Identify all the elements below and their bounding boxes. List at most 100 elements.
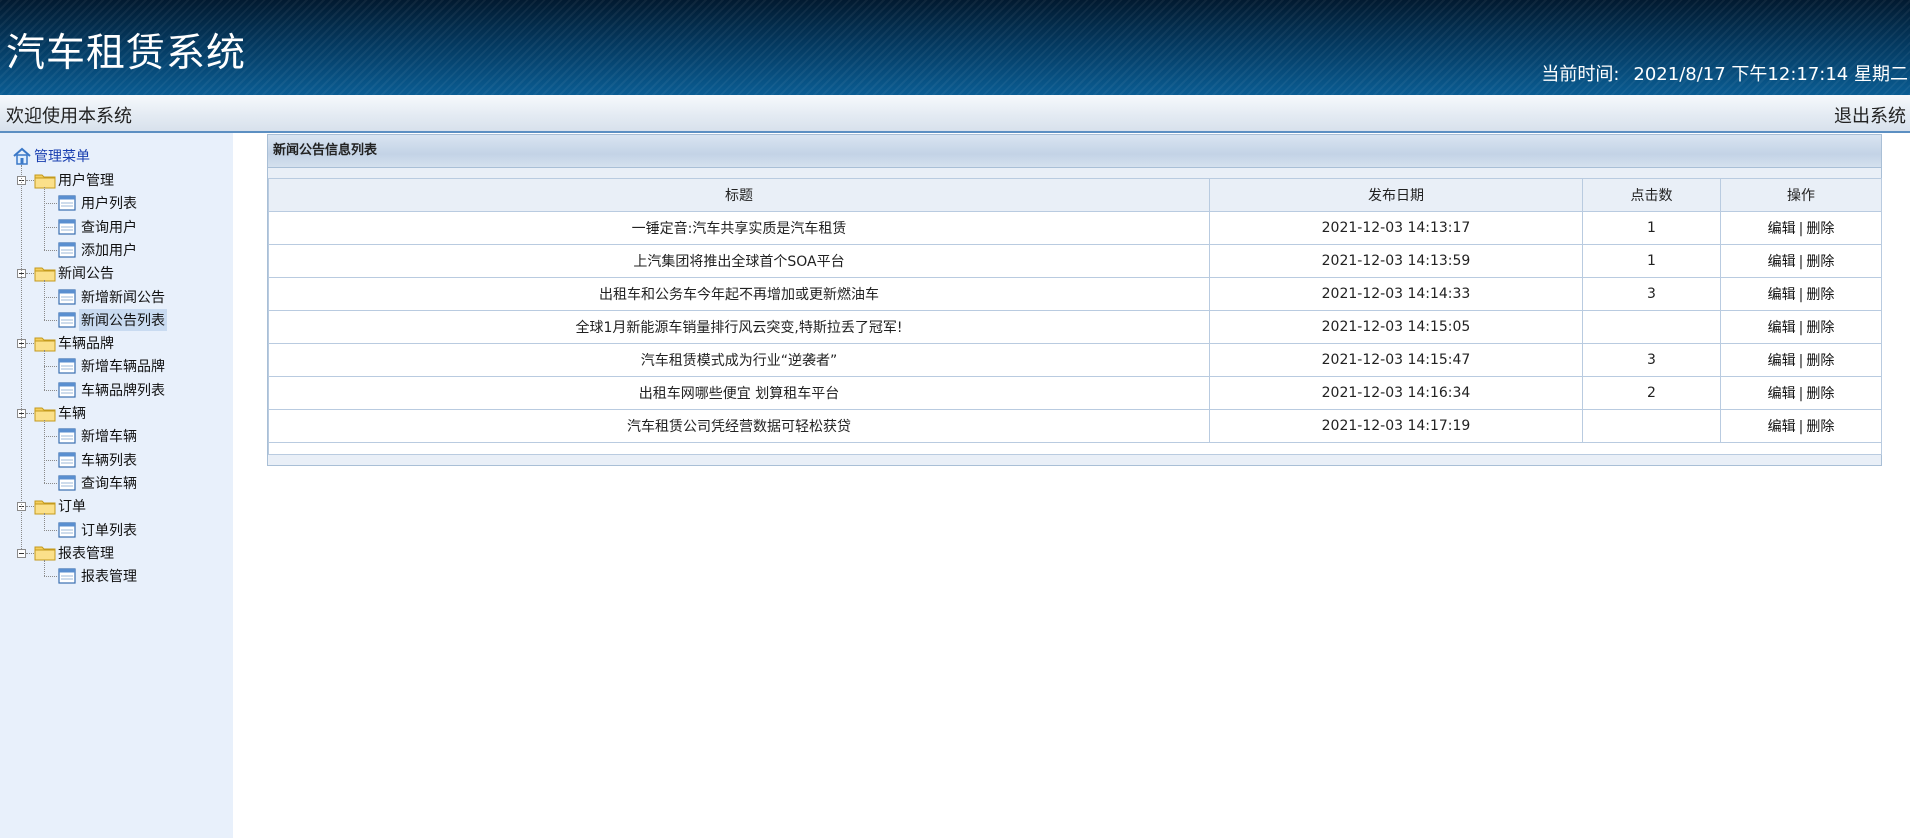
news-title: 一锤定音:汽车共享实质是汽车租赁: [268, 211, 1210, 245]
action-separator: |: [1798, 254, 1804, 270]
row-actions: 编辑 | 删除: [1720, 211, 1882, 245]
delete-link[interactable]: 删除: [1806, 287, 1834, 303]
table-header-row: 标题 发布日期 点击数 操作: [268, 178, 1882, 212]
folder-icon: [34, 267, 56, 282]
news-date: 2021-12-03 14:13:17: [1209, 211, 1583, 245]
news-date: 2021-12-03 14:15:05: [1209, 310, 1583, 344]
sidebar-group-0[interactable]: 用户管理: [34, 169, 114, 191]
sidebar-group-3[interactable]: 车辆: [34, 402, 86, 424]
app-title: 汽车租赁系统: [6, 31, 247, 76]
sidebar-group-label: 车辆: [58, 406, 86, 422]
news-clicks: 3: [1582, 277, 1721, 311]
action-separator: |: [1798, 353, 1804, 369]
news-clicks: 2: [1582, 376, 1721, 410]
sidebar-group-2[interactable]: 车辆品牌: [34, 332, 114, 354]
sidebar-item-label: 查询车辆: [81, 475, 137, 492]
row-actions: 编辑 | 删除: [1720, 310, 1882, 344]
sidebar-item-4-0[interactable]: 订单列表: [58, 519, 139, 541]
sidebar-item-label: 车辆列表: [81, 452, 137, 469]
sidebar-group-4[interactable]: 订单: [34, 495, 86, 517]
logout-link[interactable]: 退出系统: [1834, 102, 1906, 128]
sidebar-item-0-1[interactable]: 查询用户: [58, 216, 139, 238]
sidebar-item-0-2[interactable]: 添加用户: [58, 239, 139, 261]
sidebar-item-5-0[interactable]: 报表管理: [58, 565, 139, 587]
table-row: 汽车租赁模式成为行业“逆袭者” 2021-12-03 14:15:47 3 编辑 | 删除: [268, 343, 1882, 377]
top-bar: 欢迎使用本系统 退出系统: [0, 95, 1910, 133]
page-icon: [58, 428, 76, 444]
sidebar-group-label: 车辆品牌: [58, 336, 114, 353]
sidebar-item-1-1[interactable]: 新闻公告列表: [58, 308, 167, 331]
edit-link[interactable]: 编辑: [1768, 254, 1796, 270]
action-separator: |: [1798, 386, 1804, 402]
delete-link[interactable]: 删除: [1806, 254, 1834, 270]
row-actions: 编辑 | 删除: [1720, 376, 1882, 410]
delete-link[interactable]: 删除: [1806, 386, 1834, 402]
sidebar-item-0-0[interactable]: 用户列表: [58, 192, 139, 214]
sidebar-item-3-0[interactable]: 新增车辆: [58, 425, 139, 447]
news-title: 全球1月新能源车销量排行风云突变,特斯拉丢了冠军!: [268, 310, 1210, 344]
sidebar-item-label: 报表管理: [81, 569, 137, 586]
edit-link[interactable]: 编辑: [1768, 287, 1796, 303]
panel-title: 新闻公告信息列表: [268, 135, 1881, 168]
news-panel: 新闻公告信息列表 标题 发布日期 点击数 操作 一锤定音:汽车共享实质是汽车租赁…: [267, 134, 1882, 466]
table-row: 上汽集团将推出全球首个SOA平台 2021-12-03 14:13:59 1 编辑 | 删…: [268, 244, 1882, 278]
delete-link[interactable]: 删除: [1806, 221, 1834, 237]
page-icon: [58, 218, 76, 235]
page-icon: [58, 242, 76, 258]
table-row: 汽车租赁公司凭经营数据可轻松获贷 2021-12-03 14:17:19 编辑 | 删除: [268, 409, 1882, 443]
action-separator: |: [1798, 320, 1804, 336]
page-icon: [58, 382, 76, 398]
sidebar-item-label: 订单列表: [81, 522, 137, 539]
sidebar-item-label: 新增车辆品牌: [81, 359, 165, 376]
sidebar-item-3-1[interactable]: 车辆列表: [58, 449, 139, 471]
column-header-title: 标题: [268, 178, 1210, 212]
news-clicks: 3: [1582, 343, 1721, 377]
sidebar-group-1[interactable]: 新闻公告: [34, 262, 114, 284]
sidebar-group-label: 新闻公告: [58, 266, 114, 283]
action-separator: |: [1798, 287, 1804, 303]
folder-icon: [34, 500, 56, 515]
edit-link[interactable]: 编辑: [1768, 386, 1796, 402]
edit-link[interactable]: 编辑: [1768, 353, 1796, 369]
news-date: 2021-12-03 14:16:34: [1209, 376, 1583, 410]
edit-link[interactable]: 编辑: [1768, 320, 1796, 336]
news-clicks: 1: [1582, 244, 1721, 278]
sidebar-item-2-0[interactable]: 新增车辆品牌: [58, 355, 167, 377]
current-time-value: 2021/8/17 下午12:17:14 星期二: [1633, 64, 1908, 85]
news-clicks: [1582, 409, 1721, 443]
folder-icon: [34, 337, 56, 352]
sidebar-item-1-0[interactable]: 新增新闻公告: [58, 286, 167, 308]
delete-link[interactable]: 删除: [1806, 419, 1834, 435]
delete-link[interactable]: 删除: [1806, 353, 1834, 369]
edit-link[interactable]: 编辑: [1768, 419, 1796, 435]
welcome-text: 欢迎使用本系统: [6, 106, 132, 127]
column-header-actions: 操作: [1720, 178, 1882, 212]
news-date: 2021-12-03 14:17:19: [1209, 409, 1583, 443]
menu-root[interactable]: 管理菜单: [12, 146, 90, 166]
folder-icon: [34, 407, 56, 421]
page-icon: [58, 521, 76, 538]
collapse-toggle-icon[interactable]: [17, 548, 26, 558]
news-title: 上汽集团将推出全球首个SOA平台: [268, 244, 1210, 278]
sidebar-group-5[interactable]: 报表管理: [34, 542, 114, 564]
sidebar-item-2-1[interactable]: 车辆品牌列表: [58, 379, 167, 401]
sidebar-item-label: 新增新闻公告: [81, 289, 165, 306]
news-clicks: 1: [1582, 211, 1721, 245]
table-row: 出租车网哪些便宜 划算租车平台 2021-12-03 14:16:34 2 编辑 | 删除: [268, 376, 1882, 410]
page-icon: [58, 288, 76, 305]
sidebar-group-label: 用户管理: [58, 173, 114, 189]
current-time-label: 当前时间:: [1541, 64, 1620, 85]
sidebar-item-label: 新增车辆: [81, 429, 137, 446]
delete-link[interactable]: 删除: [1806, 320, 1834, 336]
action-separator: |: [1798, 419, 1804, 435]
sidebar-item-label: 添加用户: [81, 242, 137, 259]
sidebar-item-label: 用户列表: [81, 196, 137, 213]
news-clicks: [1582, 310, 1721, 344]
current-time: 当前时间: 2021/8/17 下午12:17:14 星期二: [1541, 60, 1908, 86]
table-row: 一锤定音:汽车共享实质是汽车租赁 2021-12-03 14:13:17 1 编辑 | 删…: [268, 211, 1882, 245]
edit-link[interactable]: 编辑: [1768, 221, 1796, 237]
row-actions: 编辑 | 删除: [1720, 409, 1882, 443]
sidebar-item-3-2[interactable]: 查询车辆: [58, 472, 139, 494]
news-title: 出租车和公务车今年起不再增加或更新燃油车: [268, 277, 1210, 311]
page-icon: [58, 195, 76, 211]
